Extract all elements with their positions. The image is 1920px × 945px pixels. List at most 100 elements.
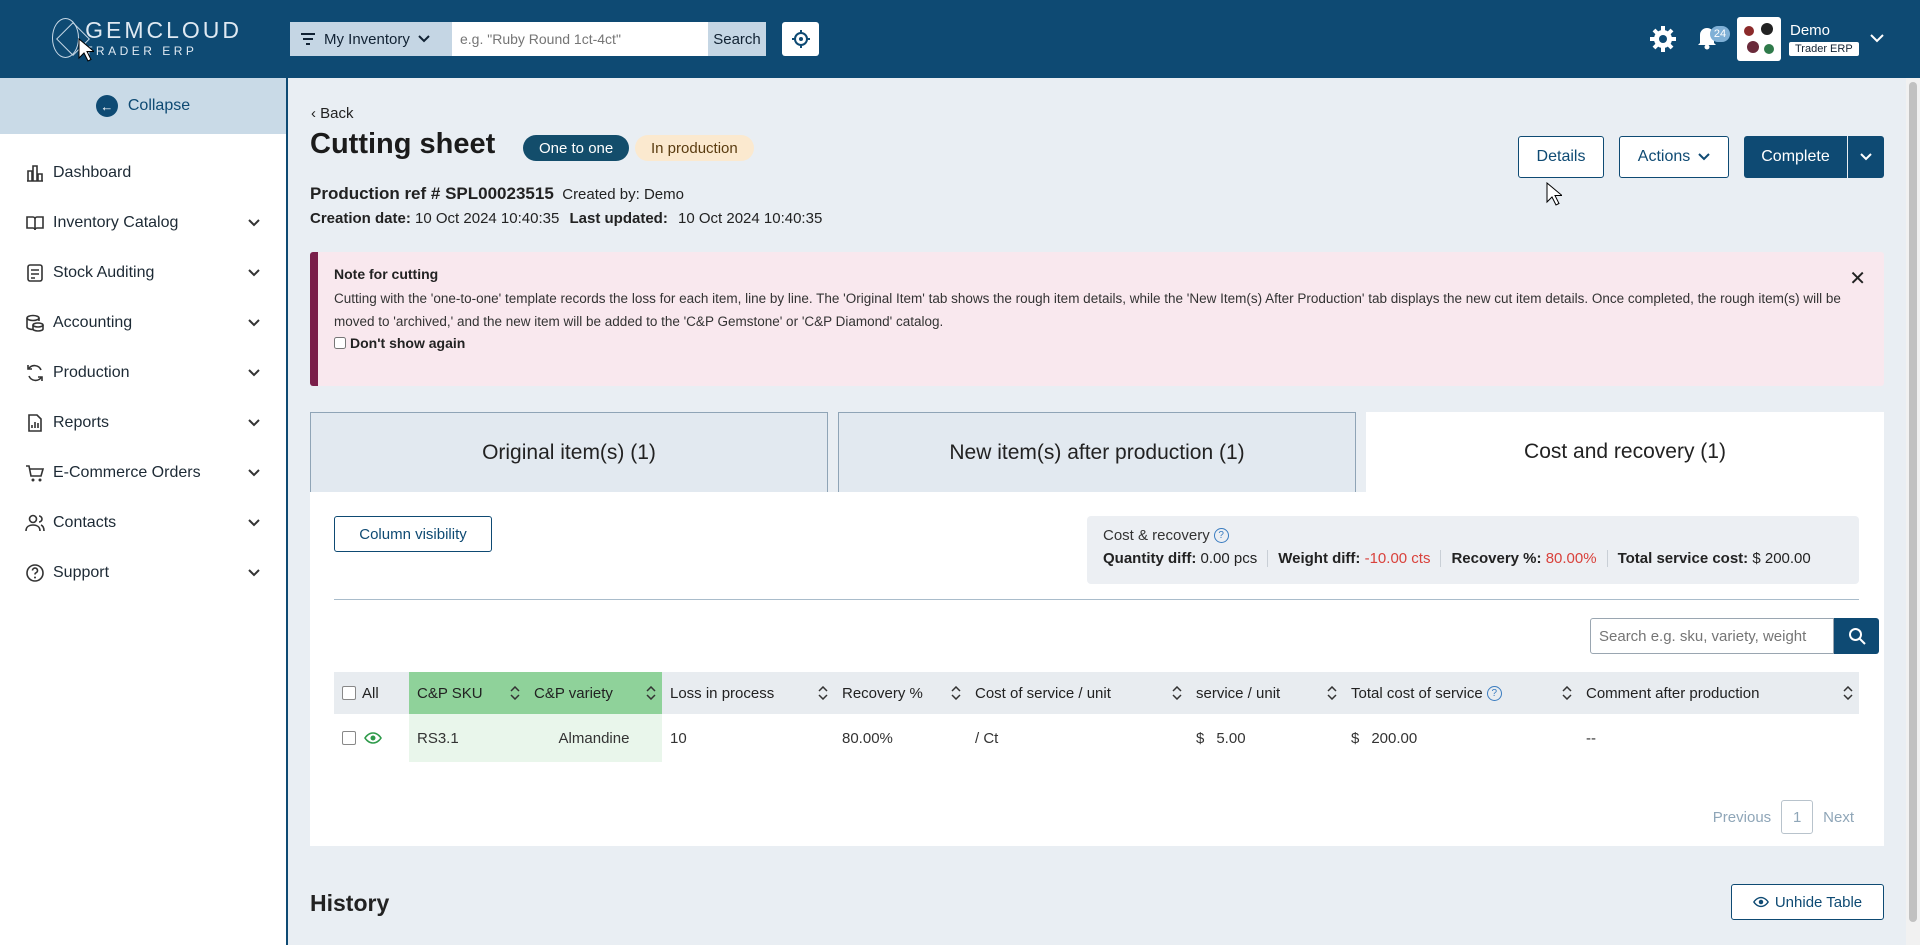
creation-date: 10 Oct 2024 10:40:35	[415, 210, 560, 227]
page-scrollbar[interactable]	[1906, 78, 1920, 945]
user-name[interactable]: Demo	[1790, 22, 1830, 39]
select-all[interactable]: All	[334, 672, 409, 714]
collapse-button[interactable]: ← Collapse	[0, 78, 286, 134]
tab-cost-recovery[interactable]: Cost and recovery (1)	[1366, 412, 1884, 492]
search-input[interactable]	[452, 22, 708, 56]
chevron-down-icon	[248, 414, 262, 432]
dont-show-checkbox[interactable]	[334, 337, 346, 349]
chevron-down-icon	[248, 364, 262, 382]
close-icon[interactable]: ✕	[1849, 266, 1866, 291]
complete-button[interactable]: Complete	[1744, 136, 1847, 178]
total-service-cost: Total service cost: $ 200.00	[1617, 550, 1811, 567]
scrollbar-thumb[interactable]	[1909, 82, 1917, 922]
help-icon[interactable]: ?	[1213, 528, 1229, 543]
table-search-input[interactable]	[1590, 618, 1834, 654]
unhide-table-button[interactable]: Unhide Table	[1731, 884, 1884, 920]
help-icon	[24, 562, 46, 584]
production-ref: Production ref # SPL00023515	[310, 184, 554, 203]
last-updated: 10 Oct 2024 10:40:35	[678, 210, 823, 227]
back-link[interactable]: ‹ Back	[311, 105, 354, 122]
column-visibility-button[interactable]: Column visibility	[334, 516, 492, 552]
settings-gear-icon[interactable]	[1646, 22, 1680, 56]
sidebar-item-inventory-catalog[interactable]: Inventory Catalog	[0, 198, 286, 248]
column-header-variety[interactable]: C&P variety	[526, 672, 662, 714]
next-button[interactable]: Next	[1823, 809, 1854, 826]
help-icon[interactable]: ?	[1486, 685, 1502, 701]
notification-badge: 24	[1710, 26, 1730, 42]
production-meta: Production ref # SPL00023515 Created by:…	[310, 184, 684, 204]
tab-original-items[interactable]: Original item(s) (1)	[310, 412, 828, 492]
chevron-left-icon: ‹	[311, 105, 316, 122]
sidebar-item-dashboard[interactable]: Dashboard	[0, 148, 286, 198]
column-header-cost-unit[interactable]: Cost of service / unit	[967, 672, 1188, 714]
sidebar-item-reports[interactable]: Reports	[0, 398, 286, 448]
logo-subtitle: TRADER ERP	[85, 44, 198, 58]
avatar[interactable]	[1737, 17, 1781, 61]
column-header-comment[interactable]: Comment after production	[1578, 672, 1859, 714]
column-header-service-unit[interactable]: service / unit	[1188, 672, 1343, 714]
sort-icon	[1327, 686, 1337, 700]
note-body: Cutting with the 'one-to-one' template r…	[334, 291, 1841, 329]
sort-icon	[646, 686, 656, 700]
sidebar-item-production[interactable]: Production	[0, 348, 286, 398]
search-button[interactable]: Search	[708, 22, 766, 56]
gem-logo-icon	[52, 18, 80, 58]
logo-title: GEMCLOUD	[85, 17, 242, 43]
complete-dropdown-button[interactable]	[1848, 136, 1884, 178]
sidebar-nav: Dashboard Inventory Catalog Stock Auditi…	[0, 148, 286, 598]
chevron-down-icon[interactable]	[1870, 30, 1884, 47]
search-settings-button[interactable]	[782, 22, 819, 56]
sidebar-item-ecommerce-orders[interactable]: E-Commerce Orders	[0, 448, 286, 498]
cell-recovery: 80.00%	[842, 729, 893, 747]
details-button[interactable]: Details	[1518, 136, 1604, 178]
coins-icon	[24, 312, 46, 334]
table-search-button[interactable]	[1834, 618, 1879, 654]
clipboard-icon	[24, 262, 46, 284]
cell-loss: 10	[670, 729, 687, 747]
chevron-down-icon	[248, 314, 262, 332]
cell-service-unit: $ 5.00	[1196, 729, 1246, 747]
chevron-down-icon	[248, 514, 262, 532]
sidebar-item-accounting[interactable]: Accounting	[0, 298, 286, 348]
pagination: Previous 1 Next	[1713, 800, 1854, 834]
collapse-label: Collapse	[127, 97, 191, 114]
inventory-select-label: My Inventory	[324, 30, 410, 48]
mouse-cursor-icon	[1546, 182, 1562, 206]
user-role-badge: Trader ERP	[1789, 42, 1859, 56]
cell-comment: --	[1586, 729, 1596, 747]
cart-icon	[24, 462, 46, 484]
select-all-checkbox[interactable]	[342, 686, 356, 700]
weight-diff: Weight diff: -10.00 cts	[1268, 550, 1442, 567]
eye-icon[interactable]	[364, 732, 382, 744]
inventory-select[interactable]: My Inventory	[290, 22, 452, 56]
chart-icon	[24, 162, 46, 184]
refresh-icon	[24, 362, 46, 384]
chevron-down-icon	[248, 264, 262, 282]
users-icon	[24, 512, 46, 534]
divider	[334, 599, 1859, 600]
previous-button[interactable]: Previous	[1713, 809, 1771, 826]
cell-sku: RS3.1	[409, 714, 526, 762]
column-header-sku[interactable]: C&P SKU	[409, 672, 526, 714]
sidebar-item-stock-auditing[interactable]: Stock Auditing	[0, 248, 286, 298]
actions-button[interactable]: Actions	[1619, 136, 1729, 178]
main-content: ‹ Back Cutting sheet One to one In produ…	[290, 78, 1920, 945]
sidebar-item-contacts[interactable]: Contacts	[0, 498, 286, 548]
quantity-diff: Quantity diff: 0.00 pcs	[1103, 550, 1269, 567]
chevron-down-icon	[1860, 153, 1872, 161]
page-number[interactable]: 1	[1781, 800, 1814, 834]
tab-new-items[interactable]: New item(s) after production (1)	[838, 412, 1356, 492]
cost-recovery-panel: Column visibility Cost & recovery ? Quan…	[310, 492, 1884, 846]
column-header-recovery[interactable]: Recovery %	[834, 672, 967, 714]
column-header-loss[interactable]: Loss in process	[662, 672, 834, 714]
gear-settings-icon	[791, 30, 810, 48]
sidebar-item-support[interactable]: Support	[0, 548, 286, 598]
column-header-total-cost[interactable]: Total cost of service ?	[1343, 672, 1578, 714]
dont-show-again[interactable]: Don't show again	[334, 335, 1868, 351]
recovery-percent: Recovery %: 80.00%	[1441, 550, 1608, 567]
row-checkbox[interactable]	[342, 731, 356, 745]
sort-icon	[951, 686, 961, 700]
filter-icon	[301, 33, 315, 45]
sidebar: ← Collapse Dashboard Inventory Catalog S…	[0, 78, 288, 945]
book-icon	[24, 212, 46, 234]
